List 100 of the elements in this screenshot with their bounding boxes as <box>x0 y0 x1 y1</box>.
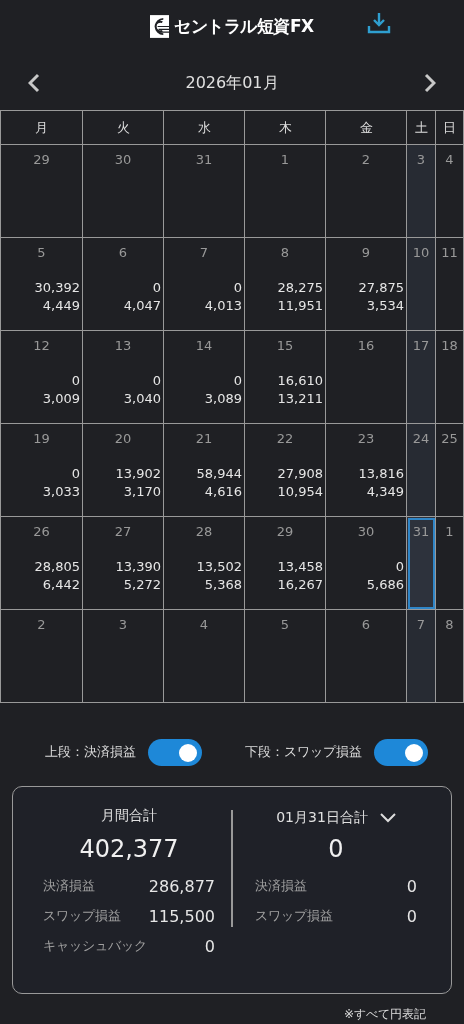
day-cell[interactable]: 4 <box>164 610 245 703</box>
day-cell[interactable]: 7 0 4,013 <box>164 238 245 331</box>
day-cell[interactable]: 14 0 3,089 <box>164 331 245 424</box>
settlement-value: 13,902 <box>115 466 161 481</box>
date-total-dropdown[interactable]: 01月31日合計 <box>276 807 396 829</box>
row-label: スワップ損益 <box>43 907 121 925</box>
day-number: 23 <box>357 431 375 446</box>
toggle-label: 上段：決済損益 <box>44 744 136 761</box>
settlement-value: 0 <box>152 373 161 388</box>
day-cell[interactable]: 12 0 3,009 <box>1 331 83 424</box>
day-number: 9 <box>361 245 371 260</box>
swap-value: 3,040 <box>123 391 161 406</box>
day-number: 4 <box>199 617 209 632</box>
settlement-value: 0 <box>233 280 242 295</box>
settlement-value: 0 <box>233 373 242 388</box>
swap-value: 3,534 <box>366 298 404 313</box>
day-number: 3 <box>118 617 128 632</box>
day-number: 17 <box>412 338 430 353</box>
day-cell[interactable]: 25 <box>436 424 464 517</box>
swap-value: 3,009 <box>42 391 80 406</box>
day-cell[interactable]: 18 <box>436 331 464 424</box>
toggle-switch[interactable] <box>373 739 428 766</box>
day-number: 6 <box>118 245 128 260</box>
logo-text: セントラル短資FX <box>174 14 314 38</box>
row-label: スワップ損益 <box>255 907 333 925</box>
day-number: 5 <box>37 245 46 260</box>
day-number: 12 <box>33 338 50 353</box>
swap-value: 5,272 <box>123 577 161 592</box>
month-title: 2026年01月 <box>185 72 279 94</box>
day-cell[interactable]: 1 <box>436 517 464 610</box>
day-cell[interactable]: 29 13,458 16,267 <box>245 517 326 610</box>
day-number: 7 <box>416 617 426 632</box>
day-number: 22 <box>276 431 294 446</box>
day-number: 1 <box>280 152 290 167</box>
day-cell[interactable]: 11 <box>436 238 464 331</box>
settlement-value: 0 <box>71 466 80 481</box>
swap-value: 11,951 <box>277 298 323 313</box>
settlement-value: 13,816 <box>358 466 404 481</box>
day-cell[interactable]: 27 13,390 5,272 <box>83 517 164 610</box>
row-value: 0 <box>406 906 417 926</box>
day-cell[interactable]: 22 27,908 10,954 <box>245 424 326 517</box>
row-label: キャッシュバック <box>43 937 147 955</box>
settlement-value: 0 <box>152 280 161 295</box>
day-number: 31 <box>412 524 430 539</box>
day-cell[interactable]: 26 28,805 6,442 <box>1 517 83 610</box>
day-cell[interactable]: 15 16,610 13,211 <box>245 331 326 424</box>
day-number: 7 <box>199 245 209 260</box>
day-number: 31 <box>195 152 213 167</box>
day-cell[interactable]: 19 0 3,033 <box>1 424 83 517</box>
swap-value: 5,686 <box>366 577 404 592</box>
total-value: 0 <box>328 835 344 863</box>
day-cell[interactable]: 8 <box>436 610 464 703</box>
previous-month-icon[interactable] <box>28 73 40 93</box>
swap-value: 13,211 <box>277 391 323 406</box>
toggle-switch[interactable] <box>147 739 202 766</box>
day-cell[interactable]: 20 13,902 3,170 <box>83 424 164 517</box>
settlement-value: 0 <box>71 373 80 388</box>
day-cell[interactable]: 10 <box>407 238 436 331</box>
day-cell[interactable]: 5 <box>245 610 326 703</box>
swap-value: 4,047 <box>123 298 161 313</box>
day-cell[interactable]: 8 28,275 11,951 <box>245 238 326 331</box>
day-number: 14 <box>195 338 213 353</box>
settlement-value: 16,610 <box>277 373 323 388</box>
summary-title: 月間合計 <box>101 807 157 825</box>
row-value: 286,877 <box>148 876 215 896</box>
day-cell[interactable]: 30 <box>83 145 164 238</box>
day-cell[interactable]: 31 <box>164 145 245 238</box>
day-cell[interactable]: 21 58,944 4,616 <box>164 424 245 517</box>
day-cell[interactable]: 2 <box>1 610 83 703</box>
day-cell[interactable]: 31 <box>407 517 436 610</box>
day-number: 30 <box>114 152 132 167</box>
day-cell[interactable]: 3 <box>407 145 436 238</box>
day-number: 6 <box>361 617 371 632</box>
swap-value: 6,442 <box>42 577 80 592</box>
swap-value: 10,954 <box>277 484 323 499</box>
day-cell[interactable]: 28 13,502 5,368 <box>164 517 245 610</box>
day-number: 26 <box>33 524 50 539</box>
day-cell[interactable]: 5 30,392 4,449 <box>1 238 83 331</box>
day-cell[interactable]: 6 0 4,047 <box>83 238 164 331</box>
day-cell[interactable]: 29 <box>1 145 83 238</box>
day-number: 8 <box>445 617 454 632</box>
swap-value: 5,368 <box>204 577 242 592</box>
day-cell[interactable]: 3 <box>83 610 164 703</box>
day-number: 5 <box>280 617 290 632</box>
settlement-value: 28,275 <box>277 280 323 295</box>
day-number: 1 <box>445 524 454 539</box>
next-month-icon[interactable] <box>424 73 436 93</box>
day-cell[interactable]: 13 0 3,040 <box>83 331 164 424</box>
settlement-value: 58,944 <box>196 466 242 481</box>
day-cell[interactable]: 1 <box>245 145 326 238</box>
weekday-header: 火 <box>83 111 164 145</box>
day-cell[interactable]: 7 <box>407 610 436 703</box>
day-number: 10 <box>412 245 430 260</box>
day-number: 2 <box>361 152 371 167</box>
download-icon[interactable] <box>367 12 391 34</box>
swap-value: 4,449 <box>42 298 80 313</box>
day-cell[interactable]: 17 <box>407 331 436 424</box>
settlement-value: 13,390 <box>115 559 161 574</box>
day-cell[interactable]: 4 <box>436 145 464 238</box>
day-cell[interactable]: 24 <box>407 424 436 517</box>
